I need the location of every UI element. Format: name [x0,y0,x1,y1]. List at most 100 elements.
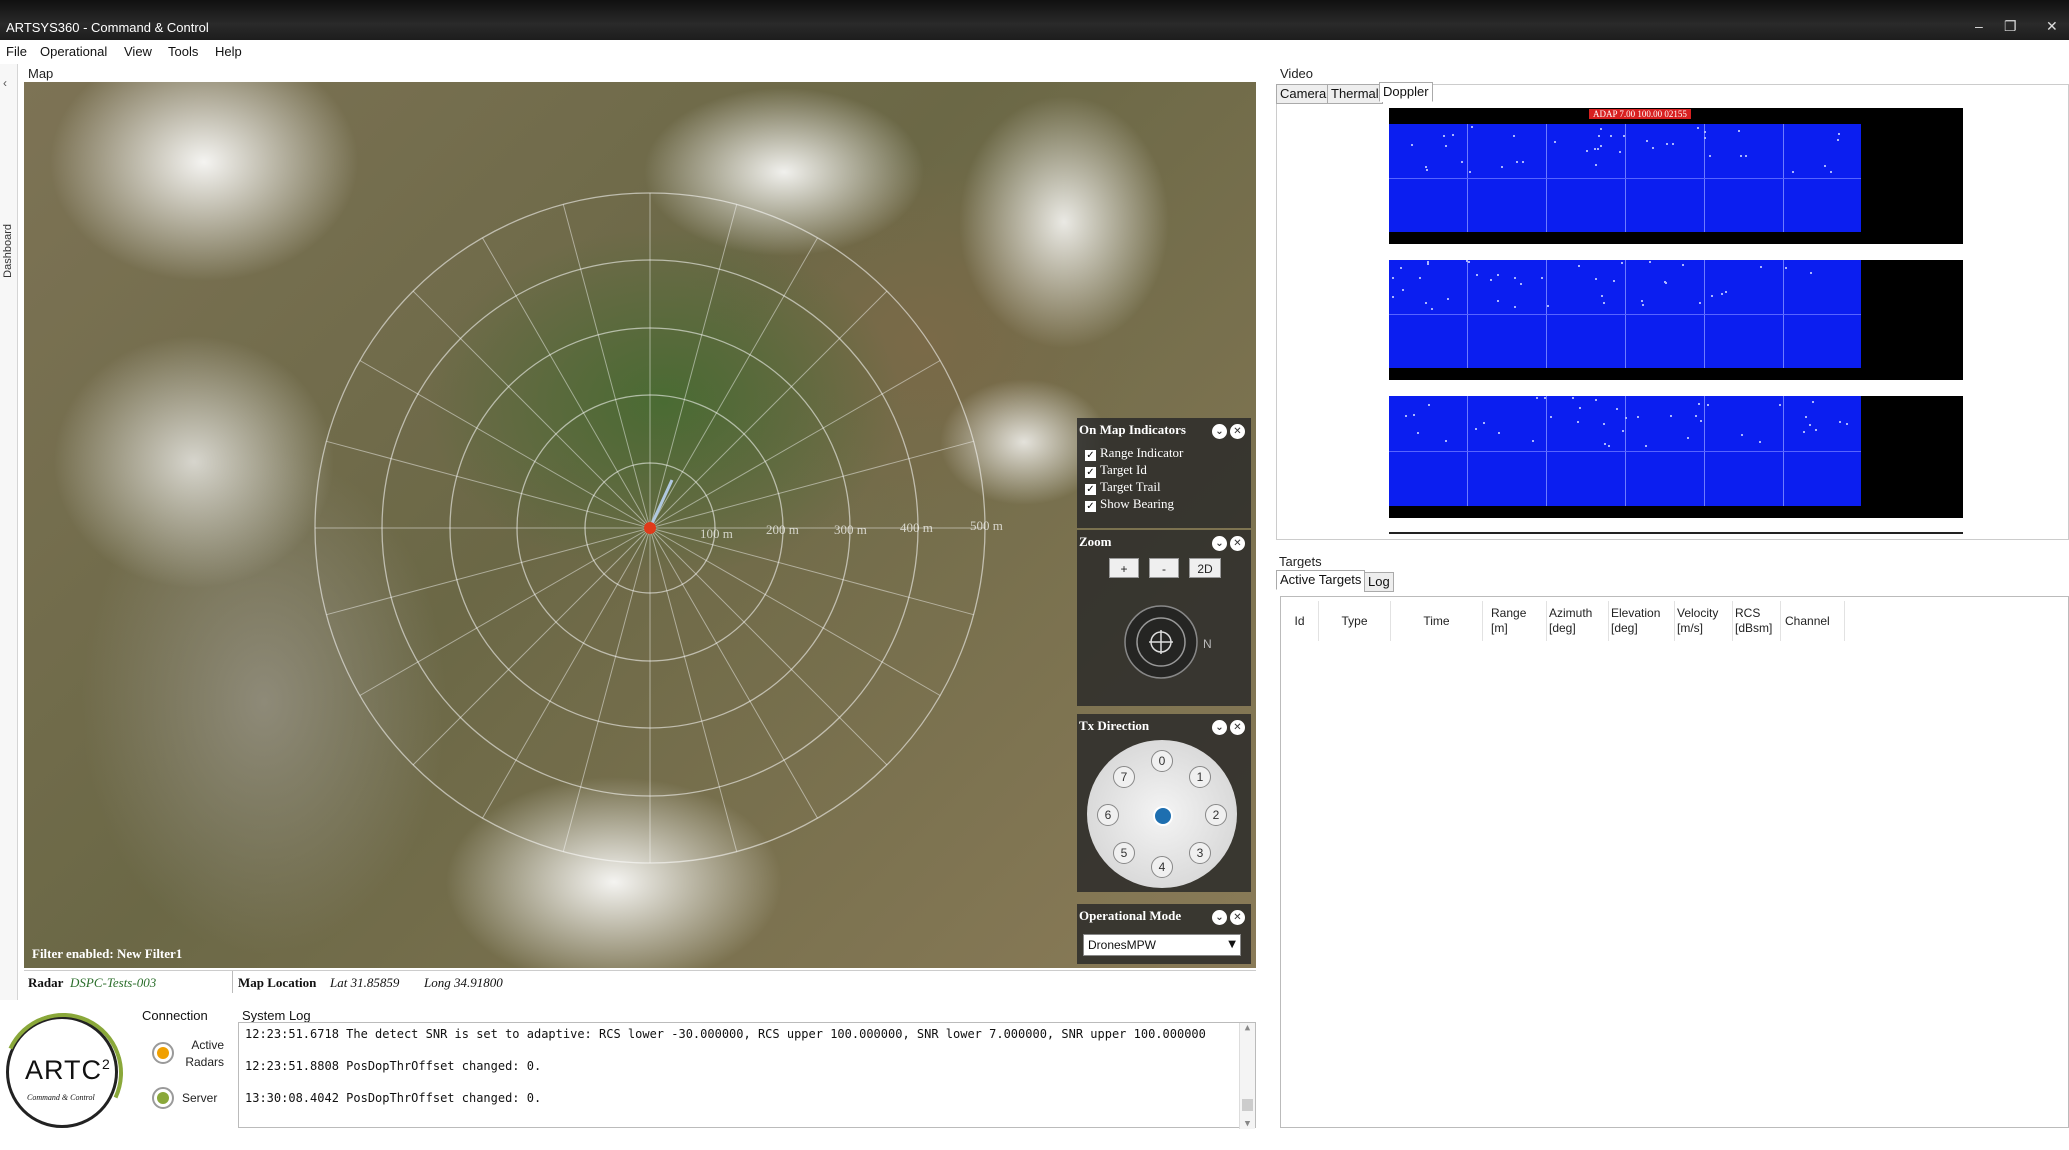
bearing-spoke [649,290,888,529]
targets-table[interactable]: Id Type Time Range [m] Azimuth [deg] Ele… [1280,596,2069,1128]
filter-status: Filter enabled: New Filter1 [32,946,183,961]
doppler-return [1711,295,1713,297]
doppler-return [1837,139,1839,141]
menu-tools[interactable]: Tools [168,44,198,59]
close-icon[interactable]: ✕ [2046,18,2058,35]
bearing-spoke [649,527,818,819]
map-location-label: Map Location [238,975,317,990]
checkmark-icon[interactable]: ✓ [1085,501,1096,512]
doppler-return [1672,143,1674,145]
tx-direction-3[interactable]: 3 [1189,842,1211,864]
collapse-icon[interactable]: ⌄ [1212,424,1227,439]
tx-direction-2[interactable]: 2 [1205,804,1227,826]
checkmark-icon[interactable]: ✓ [1085,484,1096,495]
doppler-return [1830,171,1832,173]
bearing-spoke [359,527,651,696]
tx-direction-7[interactable]: 7 [1113,766,1135,788]
zoom-out-button[interactable]: - [1149,558,1179,578]
column-header-rcs[interactable]: RCS [dBsm] [1733,601,1781,641]
dashboard-sidebar[interactable]: ‹ Dashboard [0,64,18,1128]
video-panel-label: Video [1280,66,1314,81]
doppler-return [1501,166,1503,168]
tab-camera[interactable]: Camera [1276,84,1331,104]
doppler-return [1554,141,1556,143]
menu-view[interactable]: View [124,44,152,59]
column-header-time[interactable]: Time [1391,601,1483,641]
collapse-icon[interactable]: ⌄ [1212,720,1227,735]
collapse-arrow-icon[interactable]: ‹ [3,76,7,90]
column-header-range[interactable]: Range [m] [1489,601,1547,641]
column-header-azimuth[interactable]: Azimuth [deg] [1547,601,1609,641]
doppler-return [1498,432,1500,434]
zoom-in-button[interactable]: + [1109,558,1139,578]
targets-panel: Active Targets Log Id Type Time Range [m… [1276,568,2069,1128]
doppler-return [1572,397,1574,399]
tx-direction-0[interactable]: 0 [1151,750,1173,772]
scrollbar-thumb[interactable] [1242,1099,1253,1111]
doppler-return [1476,274,1478,276]
checkbox-target-trail[interactable]: ✓ Target Trail [1085,479,1161,495]
doppler-return [1682,264,1684,266]
map-location-long: Long 34.91800 [424,975,503,990]
doppler-return [1642,304,1644,306]
menu-file[interactable]: File [6,44,27,59]
doppler-return [1792,171,1794,173]
north-label: N [1203,637,1212,651]
system-log[interactable]: 12:23:51.6718 The detect SNR is set to a… [238,1022,1256,1129]
doppler-return [1698,403,1700,405]
range-label-100: 100 m [700,526,733,541]
checkbox-target-id[interactable]: ✓ Target Id [1085,462,1147,478]
pan-compass-icon[interactable]: N [1121,602,1221,682]
column-header-id[interactable]: Id [1281,601,1319,641]
operational-mode-select[interactable]: DronesMPW ▼ [1083,934,1241,956]
select-value: DronesMPW [1088,938,1157,952]
close-overlay-icon[interactable]: ✕ [1230,424,1245,439]
tx-omni-button[interactable] [1153,806,1173,826]
checkmark-icon[interactable]: ✓ [1085,450,1096,461]
close-overlay-icon[interactable]: ✕ [1230,720,1245,735]
close-overlay-icon[interactable]: ✕ [1230,910,1245,925]
doppler-return [1490,279,1492,281]
tx-direction-6[interactable]: 6 [1097,804,1119,826]
doppler-return [1709,155,1711,157]
tab-doppler[interactable]: Doppler [1379,82,1433,102]
menu-operational[interactable]: Operational [40,44,107,59]
tab-active-targets[interactable]: Active Targets [1276,570,1366,590]
radar-position-marker [644,522,656,534]
column-header-elevation[interactable]: Elevation [deg] [1609,601,1675,641]
column-header-velocity[interactable]: Velocity [m/s] [1675,601,1733,641]
led-dot [157,1047,169,1059]
menu-help[interactable]: Help [215,44,242,59]
tx-direction-4[interactable]: 4 [1151,856,1173,878]
doppler-plot [1389,396,1861,506]
doppler-divider [1389,532,1963,534]
doppler-return [1428,404,1430,406]
checkbox-range-indicator[interactable]: ✓ Range Indicator [1085,445,1183,461]
tab-thermal[interactable]: Thermal [1327,84,1383,104]
log-scrollbar[interactable]: ▲ ▼ [1239,1023,1255,1129]
doppler-return [1425,166,1427,168]
view-2d-button[interactable]: 2D [1189,558,1221,578]
collapse-icon[interactable]: ⌄ [1212,536,1227,551]
tab-log[interactable]: Log [1364,572,1394,592]
tx-direction-5[interactable]: 5 [1113,842,1135,864]
connection-label: Connection [142,1008,208,1023]
collapse-icon[interactable]: ⌄ [1212,910,1227,925]
doppler-return [1697,127,1699,129]
doppler-return [1652,147,1654,149]
minimize-icon[interactable]: – [1975,18,1983,34]
doppler-return [1595,278,1597,280]
column-header-channel[interactable]: Channel [1781,601,1845,641]
title-bar: ARTSYS360 - Command & Control – ❐ ✕ [0,0,2069,40]
doppler-return [1417,432,1419,434]
close-overlay-icon[interactable]: ✕ [1230,536,1245,551]
checkbox-show-bearing[interactable]: ✓ Show Bearing [1085,496,1174,512]
range-label-500: 500 m [970,518,1003,533]
restore-icon[interactable]: ❐ [2004,18,2017,35]
column-header-type[interactable]: Type [1319,601,1391,641]
dashboard-label[interactable]: Dashboard [2,224,14,278]
checkmark-icon[interactable]: ✓ [1085,467,1096,478]
tx-direction-1[interactable]: 1 [1189,766,1211,788]
doppler-return [1619,151,1621,153]
map-view[interactable]: 100 m 200 m 300 m 400 m 500 m Filter ena… [24,82,1256,968]
